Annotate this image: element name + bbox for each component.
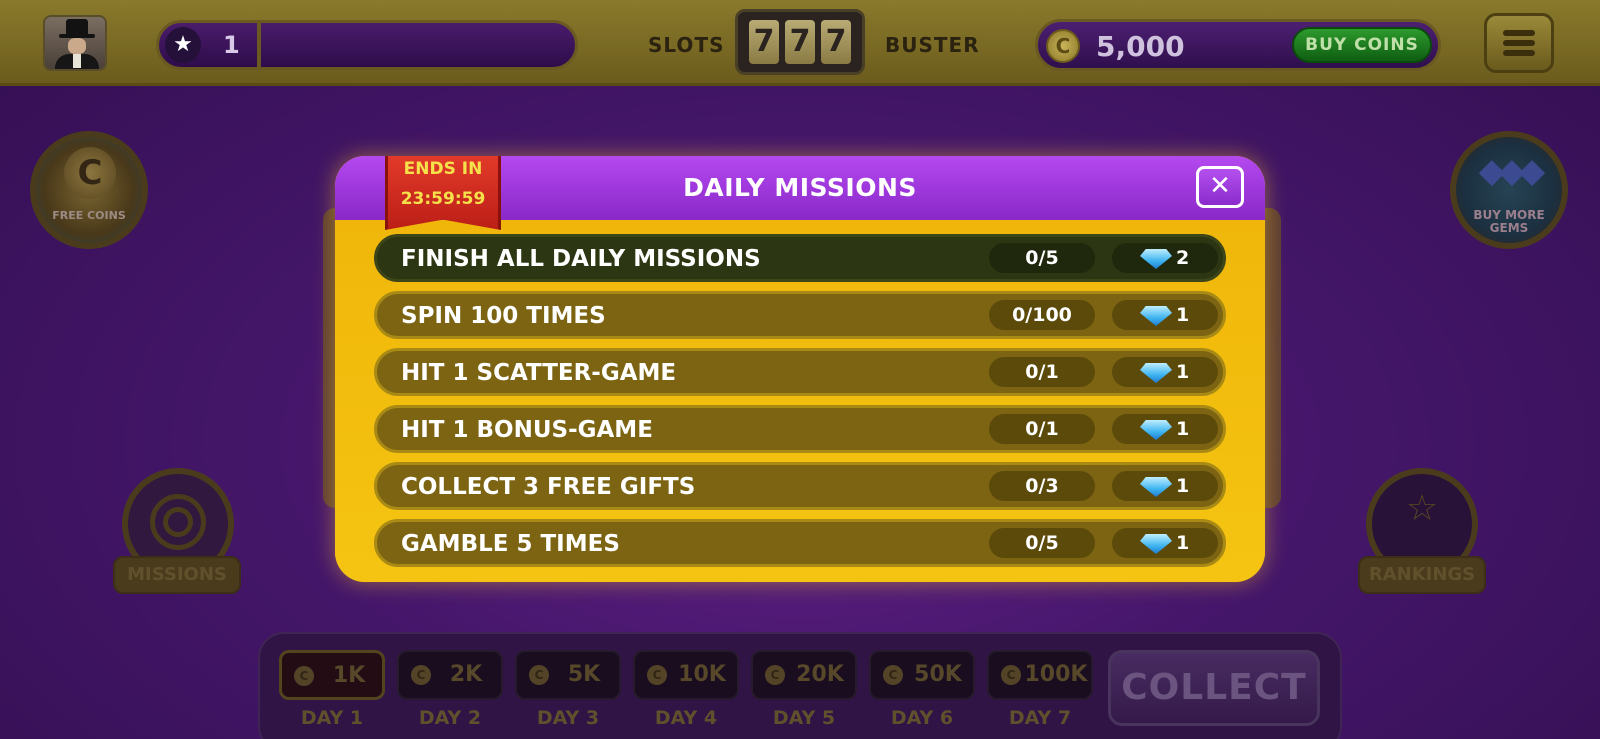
reward-amount: 1	[1176, 475, 1190, 497]
mission-reward: 1	[1112, 528, 1218, 558]
coin-balance: 5,000	[1096, 30, 1185, 63]
mission-reward: 1	[1112, 471, 1218, 501]
hamburger-menu-icon	[1503, 40, 1535, 46]
logo-reels: 7 7 7	[735, 9, 865, 75]
star-icon: ★	[165, 27, 201, 63]
mission-row: SPIN 100 TIMES 0/100 1	[374, 291, 1226, 339]
gem-icon	[1140, 477, 1172, 497]
logo-reel-2: 7	[785, 20, 815, 64]
reward-amount: 1	[1176, 304, 1190, 326]
logo-reel-3: 7	[821, 20, 851, 64]
mission-reward: 1	[1112, 357, 1218, 387]
mission-label: GAMBLE 5 TIMES	[401, 531, 620, 557]
timer-ribbon: ENDS IN 23:59:59	[385, 156, 501, 230]
mission-progress: 0/3	[989, 471, 1095, 501]
level-number: 1	[223, 31, 240, 59]
logo-text-buster: BUSTER	[885, 33, 980, 57]
mission-row: FINISH ALL DAILY MISSIONS 0/5 2	[374, 234, 1226, 282]
mission-reward: 1	[1112, 300, 1218, 330]
logo-text-slots: SLOTS	[648, 33, 725, 57]
mission-row: HIT 1 SCATTER-GAME 0/1 1	[374, 348, 1226, 396]
mission-row: HIT 1 BONUS-GAME 0/1 1	[374, 405, 1226, 453]
reward-amount: 2	[1176, 247, 1190, 269]
menu-button[interactable]	[1484, 13, 1554, 73]
gem-icon	[1140, 249, 1172, 269]
gem-icon	[1140, 420, 1172, 440]
reward-amount: 1	[1176, 418, 1190, 440]
top-bar: ★ 1 SLOTS 7 7 7 BUSTER C 5,000 BUY COINS	[0, 0, 1600, 86]
top-hat-shape	[66, 19, 88, 35]
level-progress-bar[interactable]: ★ 1	[156, 20, 578, 70]
close-button[interactable]: ✕	[1196, 166, 1244, 208]
reward-amount: 1	[1176, 361, 1190, 383]
mission-label: FINISH ALL DAILY MISSIONS	[401, 246, 761, 272]
mission-label: SPIN 100 TIMES	[401, 303, 606, 329]
mission-reward: 2	[1112, 243, 1218, 273]
mission-label: HIT 1 BONUS-GAME	[401, 417, 653, 443]
mission-progress: 0/1	[989, 414, 1095, 444]
avatar-face-shape	[68, 38, 86, 54]
mission-label: HIT 1 SCATTER-GAME	[401, 360, 677, 386]
gem-icon	[1140, 306, 1172, 326]
mission-row: GAMBLE 5 TIMES 0/5 1	[374, 519, 1226, 567]
mission-progress: 0/1	[989, 357, 1095, 387]
gem-icon	[1140, 363, 1172, 383]
coin-icon: C	[1046, 29, 1080, 63]
timer-countdown: 23:59:59	[400, 189, 486, 209]
level-divider	[257, 23, 261, 67]
coin-balance-bar: C 5,000 BUY COINS	[1035, 19, 1441, 71]
mission-progress: 0/5	[989, 528, 1095, 558]
avatar-shirt-shape	[73, 54, 81, 68]
hamburger-menu-icon	[1503, 50, 1535, 56]
gem-icon	[1140, 534, 1172, 554]
mission-label: COLLECT 3 FREE GIFTS	[401, 474, 696, 500]
mission-row: COLLECT 3 FREE GIFTS 0/3 1	[374, 462, 1226, 510]
mission-reward: 1	[1112, 414, 1218, 444]
mission-progress: 0/5	[989, 243, 1095, 273]
mission-progress: 0/100	[989, 300, 1095, 330]
reward-amount: 1	[1176, 532, 1190, 554]
hamburger-menu-icon	[1503, 30, 1535, 36]
buy-coins-button[interactable]: BUY COINS	[1292, 27, 1432, 63]
timer-label: ENDS IN	[403, 159, 483, 179]
logo-reel-1: 7	[749, 20, 779, 64]
player-avatar[interactable]	[43, 15, 107, 71]
